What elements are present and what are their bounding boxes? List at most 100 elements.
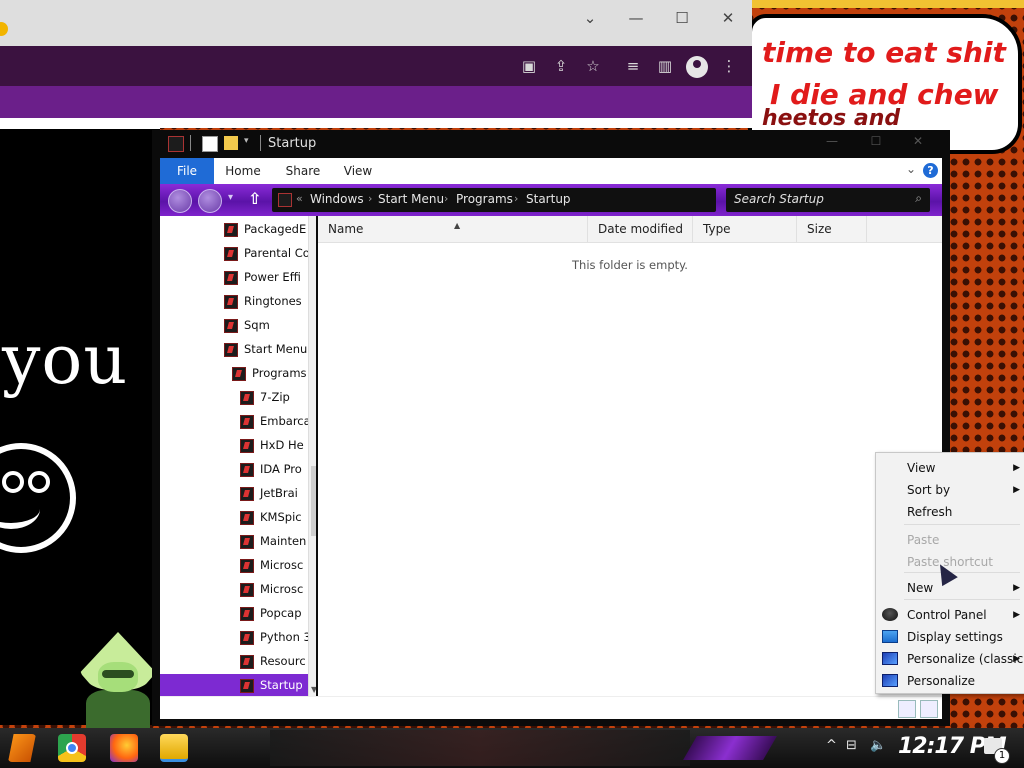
folder-tree-item[interactable]: Power Effi: [224, 266, 308, 288]
folder-tree-item-label: Mainten: [260, 534, 307, 548]
tab-file[interactable]: File: [160, 158, 214, 184]
tab-home[interactable]: Home: [218, 158, 268, 184]
vertical-scrollbar[interactable]: ▼: [308, 216, 316, 696]
recent-locations-chevron-icon[interactable]: ▾: [228, 192, 233, 203]
folder-tree-item[interactable]: Embarca: [240, 410, 311, 432]
folder-icon: [240, 655, 254, 669]
up-arrow-icon[interactable]: ⇧: [248, 189, 261, 208]
back-button[interactable]: [168, 189, 192, 213]
file-explorer-icon[interactable]: [160, 734, 188, 762]
details-view-icon[interactable]: [898, 700, 916, 718]
menu-item-view[interactable]: View ▶: [876, 457, 1024, 479]
breadcrumb-programs[interactable]: Programs: [456, 192, 513, 206]
properties-icon[interactable]: [202, 136, 218, 152]
scrollbar-thumb[interactable]: [311, 466, 316, 536]
menu-item-label: Personalize (classic): [907, 652, 1024, 666]
folder-tree-item[interactable]: IDA Pro: [240, 458, 308, 480]
menu-item-personalize[interactable]: Personalize: [876, 670, 1024, 692]
minimize-button[interactable]: —: [616, 6, 656, 30]
explorer-titlebar[interactable]: ▾ Startup — ☐ ✕: [152, 130, 950, 158]
tab-view[interactable]: View: [336, 158, 380, 184]
file-list[interactable]: Name ▲ Date modified Type Size This folde…: [318, 216, 942, 696]
folder-tree-item[interactable]: Mainten: [240, 530, 308, 552]
menu-item-personalize-classic[interactable]: Personalize (classic) ▶: [876, 648, 1024, 670]
folder-tree-item[interactable]: Resourc: [240, 650, 308, 672]
breadcrumb-start-menu[interactable]: Start Menu: [378, 192, 444, 206]
folder-tree-item[interactable]: Parental Co: [224, 242, 310, 264]
side-panel-icon[interactable]: ▥: [654, 55, 676, 77]
tab-share[interactable]: Share: [278, 158, 328, 184]
folder-tree-item[interactable]: PackagedE: [224, 218, 308, 240]
folder-tree-item-label: Startup: [260, 678, 303, 692]
close-button[interactable]: ✕: [708, 6, 748, 30]
folder-app-icon[interactable]: [168, 136, 184, 152]
search-icon[interactable]: ⌕: [915, 191, 922, 206]
blocked-popup-icon[interactable]: ▣: [518, 55, 540, 77]
folder-tree-item[interactable]: Programs: [232, 362, 308, 384]
column-name[interactable]: Name ▲: [318, 216, 588, 242]
menu-kebab-icon[interactable]: ⋮: [718, 55, 740, 77]
folder-tree-item[interactable]: KMSpic: [240, 506, 308, 528]
chrome-icon[interactable]: [58, 734, 86, 762]
browser-titlebar[interactable]: ⌄ — ☐ ✕: [0, 0, 752, 46]
folder-tree-item[interactable]: JetBrai: [240, 482, 308, 504]
menu-item-label: View: [907, 461, 936, 475]
menu-item-sort-by[interactable]: Sort by ▶: [876, 479, 1024, 501]
folder-tree-item[interactable]: Start Menu: [224, 338, 308, 360]
menu-item-control-panel[interactable]: Control Panel ▶: [876, 604, 1024, 626]
firefox-icon[interactable]: [110, 734, 138, 762]
breadcrumb-overflow[interactable]: «: [296, 192, 303, 205]
folder-tree-item[interactable]: Microsc: [240, 554, 308, 576]
titlebar-separator: [260, 135, 261, 151]
navigation-pane[interactable]: PackagedE Parental Co Power Effi Ringtones S…: [160, 216, 316, 696]
folder-tree-item[interactable]: Microsc: [240, 578, 308, 600]
folder-tree-item[interactable]: 7-Zip: [240, 386, 308, 408]
new-folder-icon[interactable]: [224, 136, 238, 150]
search-input[interactable]: Search Startup ⌕: [726, 188, 930, 212]
folder-tree-item[interactable]: HxD He: [240, 434, 308, 456]
sort-arrow-icon: ▲: [454, 221, 461, 230]
folder-icon: [224, 295, 238, 309]
breadcrumb-windows[interactable]: Windows: [310, 192, 364, 206]
close-button[interactable]: ✕: [900, 134, 936, 152]
column-type[interactable]: Type: [693, 216, 797, 242]
profile-avatar-icon[interactable]: [686, 56, 708, 78]
start-icon[interactable]: [8, 734, 36, 762]
folder-tree-item[interactable]: Popcap: [240, 602, 308, 624]
help-icon[interactable]: ?: [923, 163, 938, 178]
customize-toolbar-chevron-icon[interactable]: ▾: [244, 136, 258, 150]
maximize-button[interactable]: ☐: [858, 134, 894, 152]
browser-window[interactable]: ⌄ — ☐ ✕ ▣ ⇪ ☆ ≡ ▥ ⋮: [0, 0, 752, 128]
breadcrumb-separator-icon[interactable]: ›: [368, 192, 372, 205]
expand-ribbon-chevron-icon[interactable]: ⌄: [906, 162, 916, 176]
menu-item-display-settings[interactable]: Display settings: [876, 626, 1024, 648]
folder-tree-item[interactable]: Ringtones: [224, 290, 308, 312]
search-placeholder: Search Startup: [734, 192, 824, 206]
maximize-button[interactable]: ☐: [662, 6, 702, 30]
minimize-button[interactable]: —: [814, 134, 850, 152]
menu-item-refresh[interactable]: Refresh: [876, 501, 1024, 523]
breadcrumb-startup[interactable]: Startup: [526, 192, 571, 206]
reading-list-icon[interactable]: ≡: [622, 55, 644, 77]
network-icon[interactable]: ⊟: [846, 738, 857, 753]
bookmark-star-icon[interactable]: ☆: [582, 55, 604, 77]
column-date-modified[interactable]: Date modified: [588, 216, 693, 242]
forward-button[interactable]: [198, 189, 222, 213]
large-icons-view-icon[interactable]: [920, 700, 938, 718]
show-hidden-icons-chevron-icon[interactable]: ^: [826, 738, 837, 753]
menu-item-paste[interactable]: Paste: [876, 529, 1024, 551]
submenu-arrow-icon: ▶: [1013, 654, 1020, 664]
breadcrumb-separator-icon[interactable]: ›: [444, 192, 448, 205]
scroll-down-arrow-icon[interactable]: ▼: [311, 685, 316, 694]
folder-icon: [240, 391, 254, 405]
file-explorer-window[interactable]: ▾ Startup — ☐ ✕ File Home Share View ⌄ ?…: [152, 130, 950, 726]
share-icon[interactable]: ⇪: [550, 55, 572, 77]
column-size[interactable]: Size: [797, 216, 867, 242]
folder-tree-item[interactable]: Startup: [160, 674, 308, 696]
folder-tree-item[interactable]: Sqm: [224, 314, 308, 336]
volume-icon[interactable]: 🔈: [870, 738, 886, 753]
folder-tree-item[interactable]: Python 3: [240, 626, 311, 648]
breadcrumb-separator-icon[interactable]: ›: [514, 192, 518, 205]
address-bar[interactable]: « Windows › Start Menu › Programs › Star…: [272, 188, 716, 212]
tab-search-chevron-icon[interactable]: ⌄: [570, 6, 610, 30]
